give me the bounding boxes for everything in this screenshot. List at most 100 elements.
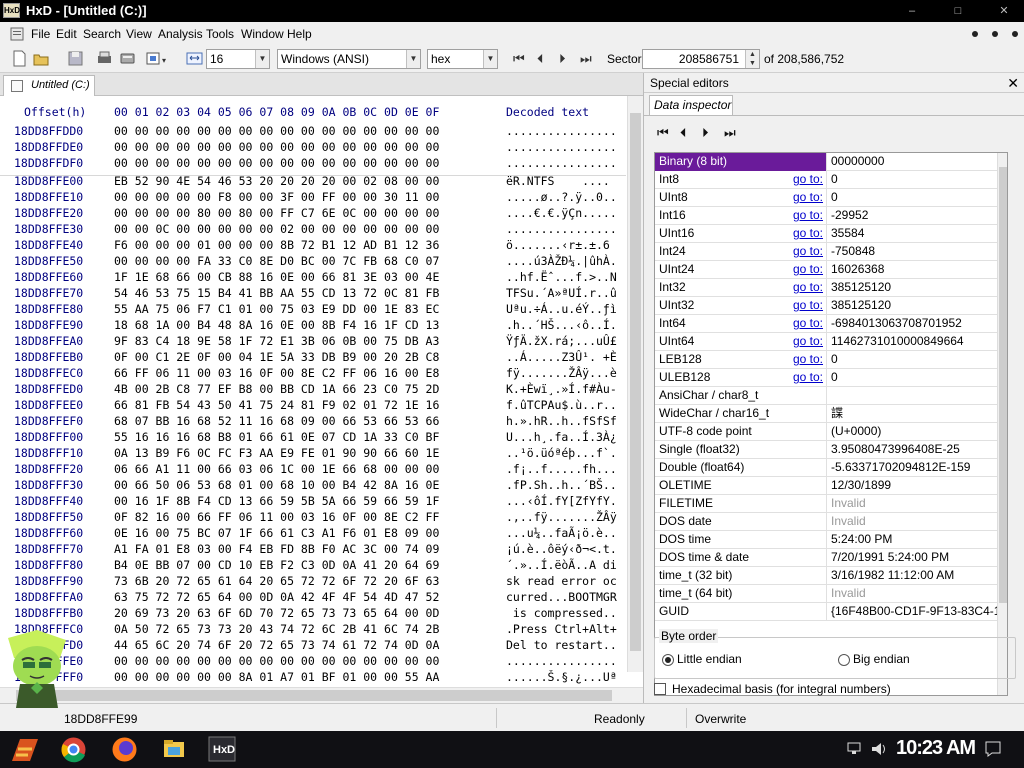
row-hex-bytes[interactable]: 00 16 1F 8B F4 CD 13 66 59 5B 5A 66 59 6…: [114, 494, 439, 508]
row-offset[interactable]: 18DD8FFF20: [14, 462, 83, 476]
row-hex-bytes[interactable]: 55 AA 75 06 F7 C1 01 00 75 03 E9 DD 00 1…: [114, 302, 439, 316]
inspector-row[interactable]: Single (float32) 3.95080473996408E-25: [655, 441, 997, 459]
mdi-minimize-icon[interactable]: [972, 31, 978, 37]
row-hex-bytes[interactable]: 00 00 00 00 80 00 80 00 FF C7 6E 0C 00 0…: [114, 206, 439, 220]
inspector-row[interactable]: DOS time & date 7/20/1991 5:24:00 PM: [655, 549, 997, 567]
scroll-thumb[interactable]: [630, 113, 641, 651]
row-hex-bytes[interactable]: 06 66 A1 11 00 66 03 06 1C 00 1E 66 68 0…: [114, 462, 439, 476]
chevron-down-icon[interactable]: ▼: [406, 50, 420, 68]
network-icon[interactable]: [847, 742, 863, 756]
goto-link[interactable]: go to:: [793, 207, 823, 224]
chrome-icon[interactable]: [60, 736, 87, 763]
row-decoded-text[interactable]: ..¹ö.üóªéþ...f`.: [506, 446, 617, 460]
inspector-value[interactable]: 12/30/1899: [828, 477, 997, 495]
row-offset[interactable]: 18DD8FFFA0: [14, 590, 83, 604]
inspector-value[interactable]: Invalid: [828, 513, 997, 531]
open-ram-icon[interactable]: [145, 50, 162, 67]
row-decoded-text[interactable]: h.».hR..h..fSfSf: [506, 414, 617, 428]
inspector-row[interactable]: UTF-8 code point (U+0000): [655, 423, 997, 441]
row-offset[interactable]: 18DD8FFE60: [14, 270, 83, 284]
tab-untitled-c[interactable]: Untitled (C:): [3, 75, 95, 96]
row-hex-bytes[interactable]: 4B 00 2B C8 77 EF B8 00 BB CD 1A 66 23 C…: [114, 382, 439, 396]
row-decoded-text[interactable]: ´.»..Í.ëòÃ..A di: [506, 558, 617, 572]
row-offset[interactable]: 18DD8FFEE0: [14, 398, 83, 412]
mdi-close-icon[interactable]: [1012, 31, 1018, 37]
row-hex-bytes[interactable]: 00 00 00 00 00 00 00 00 00 00 00 00 00 0…: [114, 654, 439, 668]
print-icon[interactable]: [96, 50, 113, 67]
chevron-down-icon[interactable]: ▼: [483, 50, 497, 68]
inspector-value[interactable]: 16026368: [828, 261, 997, 279]
goto-link[interactable]: go to:: [793, 333, 823, 350]
inspector-row[interactable]: Int16 go to: -29952: [655, 207, 997, 225]
row-decoded-text[interactable]: ŸƒÄ.žX.rá;...uÛ£: [506, 334, 617, 348]
inspector-value[interactable]: (U+0000): [828, 423, 997, 441]
inspector-value[interactable]: 0: [828, 189, 997, 207]
row-hex-bytes[interactable]: 0E 16 00 75 BC 07 1F 66 61 C3 A1 F6 01 E…: [114, 526, 439, 540]
row-offset[interactable]: 18DD8FFDF0: [14, 156, 83, 170]
goto-link[interactable]: go to:: [793, 171, 823, 188]
inspector-row[interactable]: GUID {16F48B00-CD1F-9F13-83C4-189E58: [655, 603, 997, 621]
row-hex-bytes[interactable]: 63 75 72 72 65 64 00 0D 0A 42 4F 4F 54 4…: [114, 590, 439, 604]
row-hex-bytes[interactable]: 0A 50 72 65 73 73 20 43 74 72 6C 2B 41 6…: [114, 622, 439, 636]
row-decoded-text[interactable]: ¡ú.è..ôëý‹ð¬<.t.: [506, 542, 617, 556]
inspector-row[interactable]: Binary (8 bit) 00000000: [655, 153, 997, 171]
row-offset[interactable]: 18DD8FFEB0: [14, 350, 83, 364]
row-decoded-text[interactable]: Uªu.÷Á..u.éÝ..ƒì: [506, 302, 617, 316]
row-offset[interactable]: 18DD8FFE30: [14, 222, 83, 236]
row-offset[interactable]: 18DD8FFEA0: [14, 334, 83, 348]
save-icon[interactable]: [67, 50, 84, 67]
bytes-per-row-select[interactable]: 16 ▼: [206, 49, 270, 69]
inspector-value[interactable]: Invalid: [828, 585, 997, 603]
row-decoded-text[interactable]: sk read error oc: [506, 574, 617, 588]
row-hex-bytes[interactable]: B4 0E BB 07 00 CD 10 EB F2 C3 0D 0A 41 2…: [114, 558, 439, 572]
inspector-row[interactable]: time_t (64 bit) Invalid: [655, 585, 997, 603]
inspector-row[interactable]: Int32 go to: 385125120: [655, 279, 997, 297]
inspector-value[interactable]: 385125120: [828, 297, 997, 315]
next-item-icon[interactable]: ⏵: [702, 125, 709, 141]
row-offset[interactable]: 18DD8FFDE0: [14, 140, 83, 154]
inspector-row[interactable]: Int64 go to: -6984013063708701952: [655, 315, 997, 333]
menu-search[interactable]: Search: [83, 27, 121, 41]
row-decoded-text[interactable]: curred...BOOTMGR: [506, 590, 617, 604]
inspector-row[interactable]: DOS time 5:24:00 PM: [655, 531, 997, 549]
row-offset[interactable]: 18DD8FFF90: [14, 574, 83, 588]
row-decoded-text[interactable]: .fP.Sh..h..´BŠ..: [506, 478, 617, 492]
row-hex-bytes[interactable]: 00 00 0C 00 00 00 00 00 02 00 00 00 00 0…: [114, 222, 439, 236]
row-offset[interactable]: 18DD8FFED0: [14, 382, 83, 396]
row-offset[interactable]: 18DD8FFDD0: [14, 124, 83, 138]
inspector-value[interactable]: 35584: [828, 225, 997, 243]
row-decoded-text[interactable]: ................: [506, 140, 617, 154]
row-decoded-text[interactable]: ..Á.....Z3Û¹. +È: [506, 350, 617, 364]
inspector-row[interactable]: UInt64 go to: 11462731010000849664: [655, 333, 997, 351]
inspector-value[interactable]: [828, 387, 997, 405]
row-decoded-text[interactable]: ö.......‹r±.­±.6: [506, 238, 610, 252]
inspector-row[interactable]: Int8 go to: 0: [655, 171, 997, 189]
row-offset[interactable]: 18DD8FFF00: [14, 430, 83, 444]
row-hex-bytes[interactable]: 0F 00 C1 2E 0F 00 04 1E 5A 33 DB B9 00 2…: [114, 350, 439, 364]
row-hex-bytes[interactable]: 1F 1E 68 66 00 CB 88 16 0E 00 66 81 3E 0…: [114, 270, 439, 284]
menu-edit[interactable]: Edit: [56, 27, 77, 41]
row-decoded-text[interactable]: ..hf.Ëˆ...f.>..N: [506, 270, 617, 284]
row-offset[interactable]: 18DD8FFEF0: [14, 414, 83, 428]
row-offset[interactable]: 18DD8FFE70: [14, 286, 83, 300]
row-offset[interactable]: 18DD8FFF30: [14, 478, 83, 492]
row-decoded-text[interactable]: ......Š.§.¿...Uª: [506, 670, 617, 684]
close-button[interactable]: ✕: [992, 4, 1016, 18]
row-hex-bytes[interactable]: 00 00 00 00 00 00 00 00 00 00 00 00 00 0…: [114, 140, 439, 154]
row-decoded-text[interactable]: ....€.€.ÿÇn.....: [506, 206, 617, 220]
menu-window[interactable]: Window: [241, 27, 284, 41]
row-offset[interactable]: 18DD8FFF60: [14, 526, 83, 540]
row-decoded-text[interactable]: U...h¸.fa..Í.3À¿: [506, 430, 617, 444]
start-logo-icon[interactable]: [8, 735, 42, 765]
row-hex-bytes[interactable]: 9F 83 C4 18 9E 58 1F 72 E1 3B 06 0B 00 7…: [114, 334, 439, 348]
row-decoded-text[interactable]: ....ú3ÀŽÐ¼.|ûhÀ.: [506, 254, 617, 268]
close-panel-icon[interactable]: ✕: [1007, 73, 1019, 93]
previous-sector-icon[interactable]: ⏴: [537, 51, 544, 67]
row-hex-bytes[interactable]: EB 52 90 4E 54 46 53 20 20 20 20 00 02 0…: [114, 174, 439, 188]
row-decoded-text[interactable]: .Press Ctrl+Alt+: [506, 622, 617, 636]
row-offset[interactable]: 18DD8FFF40: [14, 494, 83, 508]
row-offset[interactable]: 18DD8FFF10: [14, 446, 83, 460]
row-offset[interactable]: 18DD8FFE40: [14, 238, 83, 252]
inspector-value[interactable]: 諜: [828, 405, 997, 423]
menu-tools[interactable]: Tools: [206, 27, 234, 41]
